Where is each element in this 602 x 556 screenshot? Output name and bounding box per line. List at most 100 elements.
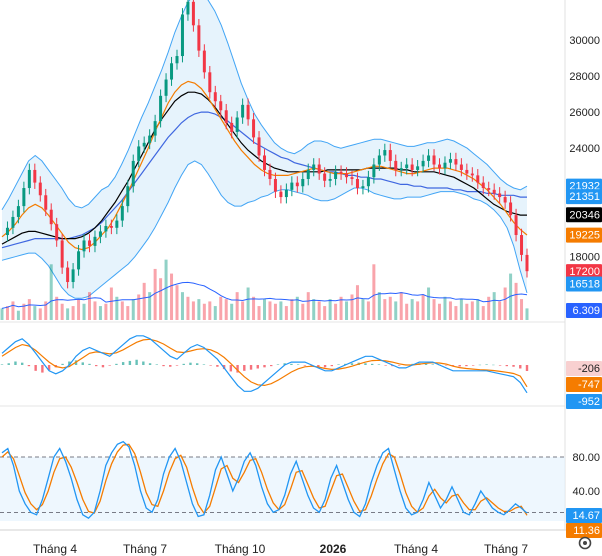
macd-histogram-bar — [263, 365, 266, 368]
candle — [323, 173, 327, 181]
volume-badge: 6.309 — [572, 305, 600, 317]
volume-bar — [77, 299, 81, 320]
candle — [312, 164, 316, 170]
candle — [405, 164, 409, 169]
macd-histogram-bar — [115, 363, 118, 365]
candle — [5, 227, 9, 236]
volume-bar — [241, 301, 245, 320]
candle — [197, 25, 201, 51]
candle — [49, 209, 53, 225]
macd-histogram-bar — [364, 363, 367, 365]
macd-histogram-bar — [296, 364, 300, 365]
candle — [60, 240, 64, 268]
candle — [126, 186, 130, 207]
macd-histogram-bar — [384, 365, 387, 366]
candle — [11, 216, 15, 228]
candle — [377, 155, 381, 165]
macd-histogram-bar — [0, 364, 4, 365]
volume-bar — [399, 292, 403, 320]
stochastic-band — [0, 457, 565, 521]
candle — [38, 182, 42, 196]
macd-histogram-bar — [270, 365, 273, 367]
volume-bar — [427, 287, 431, 320]
volume-bar — [432, 299, 436, 320]
macd-histogram-bar — [290, 363, 293, 365]
price-badge: 21351 — [569, 191, 600, 203]
candle — [55, 224, 59, 241]
macd-histogram-bar — [7, 363, 10, 365]
candle — [230, 122, 234, 132]
macd-histogram-bar — [27, 365, 31, 367]
volume-bar — [224, 299, 228, 320]
candle — [503, 197, 507, 203]
candle — [159, 95, 163, 122]
volume-bar — [421, 294, 425, 320]
candle — [345, 173, 349, 178]
macd-histogram-bar — [155, 364, 159, 365]
volume-bar — [104, 303, 108, 320]
price-tick-label: 24000 — [569, 143, 600, 155]
price-tick-label: 18000 — [569, 252, 600, 264]
candle — [131, 160, 135, 187]
candle — [93, 236, 97, 246]
volume-bar — [219, 296, 223, 320]
volume-bar — [0, 308, 4, 320]
volume-bar — [71, 306, 75, 320]
macd-badge: -206 — [578, 363, 600, 375]
volume-bar — [476, 299, 480, 320]
time-tick-label: 2026 — [320, 542, 347, 556]
candle — [317, 164, 321, 174]
volume-bar — [487, 296, 491, 320]
volume-bar — [312, 299, 316, 320]
candle — [514, 215, 518, 236]
volume-bar — [164, 259, 168, 320]
candle — [252, 119, 256, 138]
macd-histogram-bar — [485, 364, 488, 365]
macd-histogram-bar — [101, 365, 105, 368]
candle — [487, 188, 491, 190]
volume-bar — [98, 306, 102, 320]
candle — [520, 235, 524, 255]
candle — [88, 240, 91, 246]
price-tick-label: 30000 — [569, 35, 600, 47]
chart-canvas[interactable]: 300002800026000240001800080.0040.00 2193… — [0, 0, 602, 556]
volume-bar — [361, 299, 365, 320]
candle — [98, 231, 102, 237]
macd-histogram-bar — [121, 362, 125, 365]
macd-histogram-bar — [370, 363, 374, 365]
macd-histogram-bar — [256, 365, 259, 369]
candle — [241, 104, 245, 118]
candle — [438, 164, 441, 169]
macd-histogram-bar — [175, 365, 179, 366]
macd-histogram-bar — [505, 365, 509, 367]
candle — [33, 169, 37, 183]
candle — [71, 269, 75, 283]
macd-histogram-bar — [169, 365, 172, 367]
candle — [355, 178, 359, 189]
volume-bar — [454, 306, 458, 320]
candle — [186, 1, 190, 15]
volume-bar — [465, 303, 469, 320]
candle — [148, 135, 152, 143]
candle — [492, 189, 496, 194]
volume-bar — [301, 303, 305, 320]
volume-bar — [334, 303, 338, 320]
candle — [301, 178, 305, 187]
macd-histogram-bar — [14, 361, 17, 365]
time-tick-label: Tháng 7 — [484, 542, 528, 556]
candle — [476, 175, 480, 183]
volume-bar — [38, 308, 42, 320]
candle — [306, 169, 310, 179]
price-badge: 16518 — [569, 279, 600, 291]
volume-bar — [273, 303, 277, 320]
volume-bar — [355, 285, 359, 320]
candle — [394, 160, 398, 170]
candle — [454, 159, 458, 165]
candle — [208, 72, 212, 93]
candle — [432, 155, 436, 165]
volume-bar — [235, 292, 239, 320]
candle — [388, 150, 392, 161]
candle — [443, 162, 447, 169]
volume-bar — [33, 306, 37, 320]
price-badge: 19225 — [569, 230, 600, 242]
